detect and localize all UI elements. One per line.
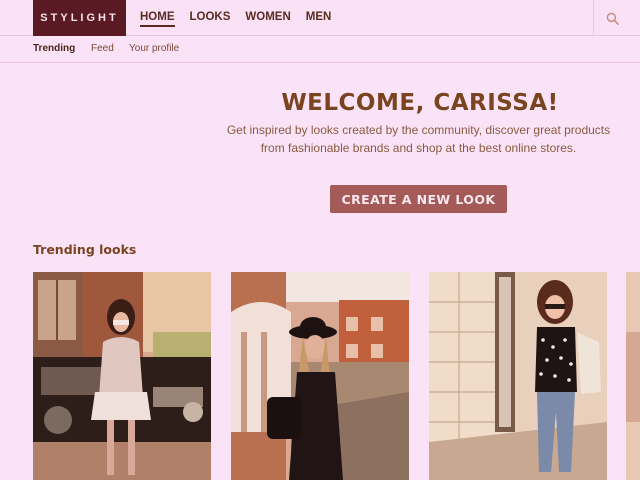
look-card-4[interactable]	[626, 272, 640, 480]
trending-looks-title: Trending looks	[33, 242, 137, 257]
look-card-2[interactable]	[231, 272, 409, 480]
stylight-logo[interactable]: STYLIGHT	[33, 0, 126, 36]
search-button[interactable]	[593, 0, 640, 36]
nav-men-label: MEN	[305, 11, 332, 23]
search-icon	[606, 12, 619, 25]
main-nav: HOME LOOKS WOMEN MEN	[140, 0, 346, 36]
nav-looks-label: LOOKS	[189, 11, 231, 23]
look-photo-3	[429, 272, 607, 480]
welcome-title: WELCOME, CARISSA!	[281, 90, 559, 116]
nav-men[interactable]: MEN	[306, 0, 332, 36]
look-photo-4	[626, 272, 640, 480]
sub-nav: Trending Feed Your profile	[0, 36, 640, 63]
nav-women[interactable]: WOMEN	[245, 0, 290, 36]
look-photo-2	[231, 272, 409, 480]
create-new-look-button[interactable]: CREATE A NEW LOOK	[330, 185, 507, 213]
look-photo-1	[33, 272, 211, 480]
subnav-feed[interactable]: Feed	[91, 43, 114, 54]
nav-looks[interactable]: LOOKS	[190, 0, 231, 36]
subnav-trending[interactable]: Trending	[33, 43, 75, 54]
nav-women-label: WOMEN	[245, 11, 291, 23]
welcome-text: Get inspired by looks created by the com…	[226, 123, 611, 155]
nav-home-label: HOME	[140, 11, 175, 27]
top-bar: STYLIGHT HOME LOOKS WOMEN MEN	[0, 0, 640, 36]
nav-home[interactable]: HOME	[140, 0, 175, 36]
look-card-3[interactable]	[429, 272, 607, 480]
look-card-1[interactable]	[33, 272, 211, 480]
subnav-your-profile[interactable]: Your profile	[129, 43, 179, 54]
